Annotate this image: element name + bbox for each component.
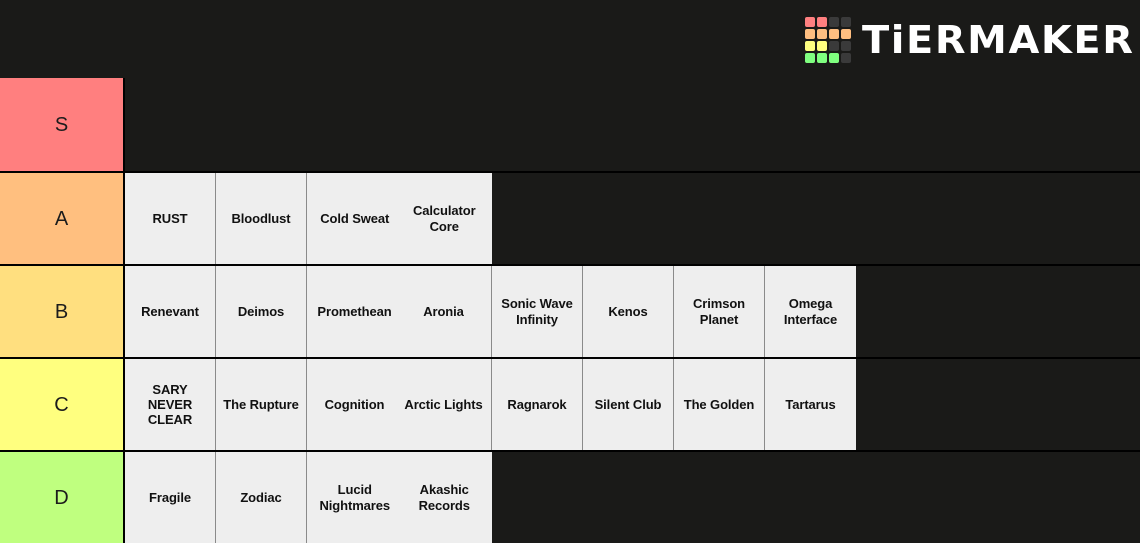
logo-swatch-r3-c3	[829, 41, 840, 51]
tier-item-label-deimos: Deimos	[237, 303, 285, 319]
logo-swatch-r2-c3	[829, 29, 840, 39]
tier-item-cold-sweat-calculator-core[interactable]: Cold Sweat Calculator Core	[307, 173, 492, 264]
logo-swatch-r1-c2	[817, 17, 828, 27]
tier-item-renevant[interactable]: Renevant	[125, 266, 216, 357]
tier-item-deimos[interactable]: Deimos	[216, 266, 307, 357]
tier-list-container: TiERMAKER S A RUST Bloodlust Cold Sweat Calcu…	[0, 0, 1140, 543]
tier-item-label-the-rupture: The Rupture	[223, 396, 299, 412]
tier-item-sonic-wave-infinity[interactable]: Sonic Wave Infinity	[492, 266, 583, 357]
tier-item-label-sonic-wave-infinity: Sonic Wave Infinity	[501, 296, 573, 327]
tier-item-label-rust: RUST	[152, 210, 188, 226]
tier-item-crimson-planet[interactable]: Crimson Planet	[674, 266, 765, 357]
logo-swatch-r3-c2	[817, 41, 828, 51]
tier-label-s[interactable]: S	[0, 78, 125, 171]
logo-swatch-r3-c1	[805, 41, 816, 51]
logo-swatch-r4-c1	[805, 53, 816, 63]
logo-swatch-r2-c2	[817, 29, 828, 39]
logo-swatch-r1-c4	[841, 17, 852, 27]
tier-item-label-aronia: Aronia	[423, 303, 464, 319]
tier-item-silent-club[interactable]: Silent Club	[583, 359, 674, 450]
tier-item-label-ragnarok: Ragnarok	[507, 396, 567, 412]
tier-item-bloodlust[interactable]: Bloodlust	[216, 173, 307, 264]
tier-item-zodiac[interactable]: Zodiac	[216, 452, 307, 543]
tier-item-label-akashic-records: Akashic Records	[418, 482, 470, 513]
tier-cells-b: Renevant Deimos Promethean Aronia Sonic Wave…	[125, 266, 1140, 357]
tier-item-label-zodiac: Zodiac	[240, 489, 282, 505]
tier-item-the-rupture[interactable]: The Rupture	[216, 359, 307, 450]
tiermaker-grid-logo-icon	[805, 17, 852, 63]
tier-row-c: C SARY NEVER CLEAR The Rupture Cognition Arc…	[0, 357, 1140, 450]
tier-item-label-sary-never-clear: SARY NEVER CLEAR	[147, 381, 193, 428]
tier-row-b: B Renevant Deimos Promethean Aronia Sonic Wav…	[0, 264, 1140, 357]
tier-item-label-arctic-lights: Arctic Lights	[404, 396, 483, 412]
tier-label-c[interactable]: C	[0, 359, 125, 450]
tier-row-s: S	[0, 78, 1140, 171]
tier-item-label-renevant: Renevant	[141, 303, 199, 319]
tier-item-label-bloodlust: Bloodlust	[231, 210, 291, 226]
tier-item-kenos[interactable]: Kenos	[583, 266, 674, 357]
logo-swatch-r4-c3	[829, 53, 840, 63]
tier-item-label-promethean: Promethean	[317, 303, 392, 319]
tier-row-a: A RUST Bloodlust Cold Sweat Calculator Core	[0, 171, 1140, 264]
tiermaker-wordmark: TiERMAKER	[862, 18, 1135, 62]
tier-item-label-cold-sweat: Cold Sweat	[320, 210, 390, 226]
tier-item-label-tartarus: Tartarus	[785, 396, 836, 412]
logo-swatch-r4-c2	[817, 53, 828, 63]
tier-label-d[interactable]: D	[0, 452, 125, 543]
tier-rows: S A RUST Bloodlust Cold Sweat Calculator Core…	[0, 78, 1140, 543]
tier-item-lucid-nightmares-akashic-records[interactable]: Lucid Nightmares Akashic Records	[307, 452, 492, 543]
tier-item-label-crimson-planet: Crimson Planet	[692, 296, 746, 327]
tier-item-label-fragile: Fragile	[149, 489, 191, 505]
tier-item-tartarus[interactable]: Tartarus	[765, 359, 856, 450]
tier-item-label-omega-interface: Omega Interface	[783, 296, 838, 327]
tier-cells-c: SARY NEVER CLEAR The Rupture Cognition Arct…	[125, 359, 1140, 450]
tier-item-sary-never-clear[interactable]: SARY NEVER CLEAR	[125, 359, 216, 450]
tier-cells-s	[125, 78, 1140, 171]
tier-item-label-kenos: Kenos	[608, 303, 648, 319]
logo-swatch-r1-c1	[805, 17, 816, 27]
tier-cells-a: RUST Bloodlust Cold Sweat Calculator Core	[125, 173, 1140, 264]
tier-item-the-golden[interactable]: The Golden	[674, 359, 765, 450]
logo-swatch-r2-c1	[805, 29, 816, 39]
tier-item-label-silent-club: Silent Club	[594, 396, 662, 412]
tier-cells-d: Fragile Zodiac Lucid Nightmares Akashic Rec…	[125, 452, 1140, 543]
tier-item-omega-interface[interactable]: Omega Interface	[765, 266, 856, 357]
tier-item-label-the-golden: The Golden	[683, 396, 755, 412]
tier-item-rust[interactable]: RUST	[125, 173, 216, 264]
logo-swatch-r2-c4	[841, 29, 852, 39]
tier-item-ragnarok[interactable]: Ragnarok	[492, 359, 583, 450]
tier-label-a[interactable]: A	[0, 173, 125, 264]
logo-swatch-r1-c3	[829, 17, 840, 27]
tier-item-promethean-aronia[interactable]: Promethean Aronia	[307, 266, 492, 357]
logo-swatch-r3-c4	[841, 41, 852, 51]
tier-item-fragile[interactable]: Fragile	[125, 452, 216, 543]
tier-item-label-lucid-nightmares: Lucid Nightmares	[319, 482, 391, 513]
tier-item-label-cognition: Cognition	[324, 396, 385, 412]
tier-row-d: D Fragile Zodiac Lucid Nightmares Akashic Re…	[0, 450, 1140, 543]
logo-swatch-r4-c4	[841, 53, 852, 63]
tiermaker-brand: TiERMAKER	[805, 17, 1133, 63]
tierlist-header: TiERMAKER	[0, 0, 1140, 78]
tier-item-cognition-arctic-lights[interactable]: Cognition Arctic Lights	[307, 359, 492, 450]
tier-item-label-calculator-core: Calculator Core	[412, 203, 476, 234]
tier-label-b[interactable]: B	[0, 266, 125, 357]
